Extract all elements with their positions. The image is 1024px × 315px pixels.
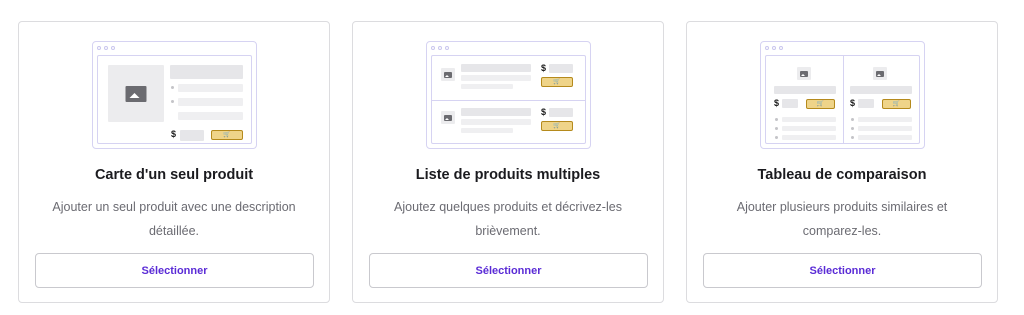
bullet-icon [171,86,174,89]
window-dots-icon [431,46,449,50]
product-list-illustration: $ 🛒 $ 🛒 [426,41,591,149]
text-placeholder [461,119,531,125]
price-placeholder [782,99,798,108]
image-placeholder-icon [441,68,455,81]
text-placeholder [461,128,513,133]
text-placeholder [858,126,912,131]
price-placeholder [858,99,874,108]
illustration-frame: $ 🛒 [97,55,252,144]
text-placeholder [782,117,836,122]
text-placeholder [782,135,836,140]
column-divider [843,56,844,143]
image-placeholder-icon [873,67,887,80]
bullet-icon [775,136,778,139]
text-placeholder [774,86,836,94]
image-placeholder-icon [797,67,811,80]
price-placeholder [549,108,573,117]
card-title: Liste de produits multiples [415,167,601,183]
cart-icon: 🛒 [541,77,573,87]
row-divider [432,100,585,101]
bullet-icon [851,127,854,130]
cart-icon: 🛒 [882,99,911,109]
text-placeholder [461,108,531,116]
text-placeholder [850,86,912,94]
card-title: Carte d'un seul produit [94,167,254,183]
illustration-frame: $ 🛒 $ 🛒 [765,55,920,144]
single-product-illustration: $ 🛒 [92,41,257,149]
card-description: Ajouter plusieurs produits similaires et… [736,200,948,238]
select-comparison-table-button[interactable]: Sélectionner [703,253,982,288]
price-symbol: $ [774,98,780,108]
cart-icon: 🛒 [211,130,243,140]
card-title: Tableau de comparaison [757,167,927,183]
text-placeholder [178,84,243,92]
text-placeholder [858,135,912,140]
price-symbol: $ [541,63,547,73]
text-placeholder [461,84,513,89]
bullet-icon [171,100,174,103]
text-placeholder [858,117,912,122]
text-placeholder [461,64,531,72]
window-dots-icon [765,46,783,50]
template-card-single-product: $ 🛒 Carte d'un seul produit Ajouter un s… [18,21,330,303]
template-card-product-list: $ 🛒 $ 🛒 Liste de produits multiples Ajou… [352,21,664,303]
card-description: Ajouter un seul produit avec une descrip… [52,200,296,238]
bullet-icon [851,136,854,139]
comparison-table-illustration: $ 🛒 $ 🛒 [760,41,925,149]
bullet-icon [851,118,854,121]
bullet-icon [775,127,778,130]
illustration-frame: $ 🛒 $ 🛒 [431,55,586,144]
select-single-product-button[interactable]: Sélectionner [35,253,314,288]
select-product-list-button[interactable]: Sélectionner [369,253,648,288]
price-symbol: $ [541,107,547,117]
window-dots-icon [97,46,115,50]
price-placeholder [180,130,204,141]
text-placeholder [170,65,243,79]
cart-icon: 🛒 [541,121,573,131]
text-placeholder [178,98,243,106]
bullet-icon [775,118,778,121]
image-placeholder-icon [441,111,455,124]
cart-icon: 🛒 [806,99,835,109]
price-symbol: $ [171,129,177,139]
text-placeholder [782,126,836,131]
price-symbol: $ [850,98,856,108]
text-placeholder [461,75,531,81]
image-placeholder-icon [108,65,164,122]
card-description: Ajoutez quelques produits et décrivez-le… [394,200,622,238]
template-card-comparison-table: $ 🛒 $ 🛒 Tableau de comparaison Ajouter p… [686,21,998,303]
price-placeholder [549,64,573,73]
text-placeholder [178,112,243,120]
